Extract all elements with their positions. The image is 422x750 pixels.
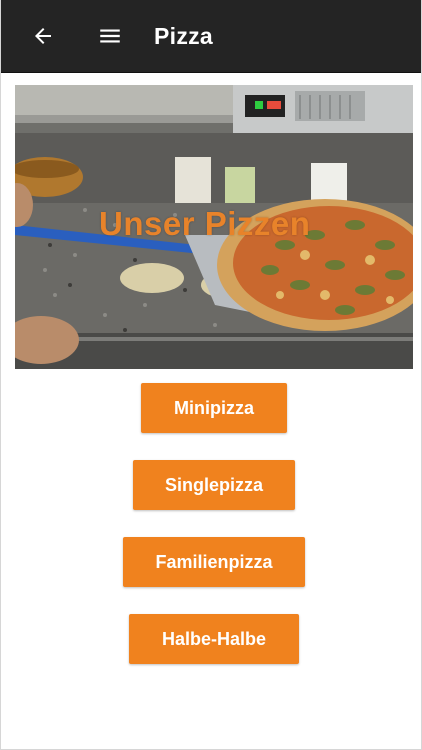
menu-button[interactable] bbox=[88, 14, 132, 58]
page-title: Pizza bbox=[154, 22, 214, 49]
hero-image: Unser Pizzen bbox=[15, 85, 413, 369]
back-button[interactable] bbox=[21, 14, 65, 58]
singlepizza-button[interactable]: Singlepizza bbox=[133, 460, 295, 510]
minipizza-button[interactable]: Minipizza bbox=[141, 383, 287, 433]
halbe-halbe-button[interactable]: Halbe-Halbe bbox=[129, 614, 299, 664]
familienpizza-button[interactable]: Familienpizza bbox=[123, 537, 305, 587]
app-toolbar: Pizza bbox=[1, 0, 421, 73]
app-screen: Pizza Unser Pizzen Minipizza Singlepizza… bbox=[0, 0, 422, 750]
arrow-left-icon bbox=[35, 28, 51, 44]
hero-caption: Unser Pizzen bbox=[99, 205, 311, 242]
hamburger-menu-icon bbox=[100, 29, 120, 43]
